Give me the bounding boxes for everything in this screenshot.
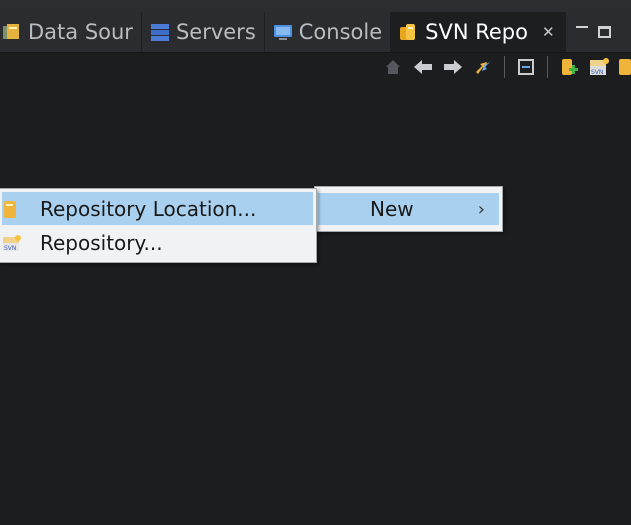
- tab-label: Console: [298, 20, 383, 44]
- refresh-icon[interactable]: [471, 55, 495, 79]
- tab-label: SVN Repo: [425, 20, 528, 44]
- menu-item-repository[interactable]: SVN Repository...: [2, 227, 313, 258]
- tab-servers[interactable]: Servers: [142, 12, 265, 52]
- servers-icon: [150, 22, 170, 42]
- view-toolbar: SVN: [381, 52, 631, 82]
- menu-item-label: Repository Location...: [40, 196, 257, 221]
- collapse-all-icon[interactable]: [514, 55, 538, 79]
- menu-item-new[interactable]: New ›: [318, 193, 499, 225]
- tab-console[interactable]: Console: [265, 12, 392, 52]
- context-menu: New ›: [314, 186, 503, 232]
- console-icon: [273, 22, 293, 42]
- forward-arrow-icon[interactable]: [441, 55, 465, 79]
- svn-repository-icon: [399, 22, 419, 42]
- checkout-icon[interactable]: [617, 55, 631, 79]
- data-source-explorer-icon: [2, 22, 22, 42]
- menu-item-repository-location[interactable]: Repository Location...: [2, 192, 313, 225]
- svn-repository-icon: SVN: [2, 233, 22, 253]
- window-top-strip: [0, 0, 631, 12]
- tab-svn-repository[interactable]: SVN Repo ✕: [391, 12, 566, 52]
- toolbar-separator: [547, 56, 548, 78]
- svg-text:SVN: SVN: [4, 245, 16, 252]
- minimize-icon[interactable]: [575, 26, 588, 28]
- submenu-arrow-icon: ›: [477, 198, 485, 220]
- view-tab-bar: Data Sour Servers Console SVN Repo ✕: [0, 12, 631, 53]
- add-repository-location-icon[interactable]: [557, 55, 581, 79]
- new-svn-repository-icon[interactable]: SVN: [587, 55, 611, 79]
- home-icon[interactable]: [381, 55, 405, 79]
- close-tab-icon[interactable]: ✕: [542, 23, 555, 41]
- svn-repositories-view[interactable]: [0, 53, 631, 525]
- toolbar-separator: [504, 56, 505, 78]
- menu-item-label: Repository...: [40, 230, 163, 255]
- new-submenu: Repository Location... SVN Repository...: [0, 188, 317, 263]
- svg-text:SVN: SVN: [591, 69, 603, 76]
- tab-label: Data Sour: [28, 20, 133, 44]
- menu-item-label: New: [370, 197, 414, 221]
- back-arrow-icon[interactable]: [411, 55, 435, 79]
- repository-location-icon: [2, 199, 18, 219]
- tab-label: Servers: [175, 20, 256, 44]
- tab-data-source-explorer[interactable]: Data Sour: [0, 12, 142, 52]
- maximize-icon[interactable]: [597, 26, 611, 38]
